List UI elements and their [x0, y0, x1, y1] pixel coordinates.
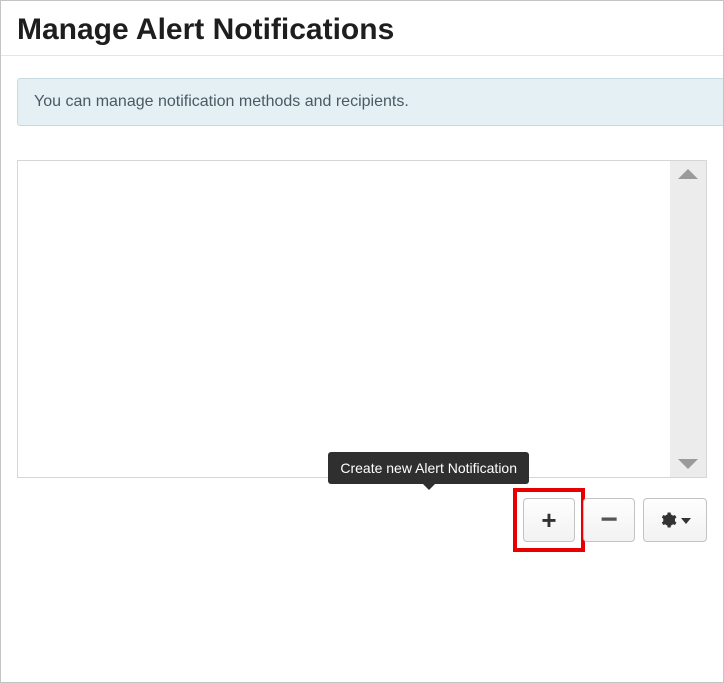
scroll-up-icon[interactable]	[678, 169, 698, 179]
remove-button[interactable]: −	[583, 498, 635, 542]
header: Manage Alert Notifications	[1, 1, 723, 56]
notification-list	[17, 160, 707, 478]
manage-alert-notifications-panel: Manage Alert Notifications You can manag…	[0, 0, 724, 683]
toolbar: Create new Alert Notification + −	[17, 498, 707, 542]
minus-icon: −	[600, 505, 618, 535]
page-title: Manage Alert Notifications	[17, 13, 707, 47]
scroll-down-icon[interactable]	[678, 459, 698, 469]
notification-list-content[interactable]	[18, 161, 670, 477]
add-button[interactable]: +	[523, 498, 575, 542]
gear-icon	[659, 511, 677, 529]
add-button-tooltip: Create new Alert Notification	[328, 452, 529, 484]
panel-body: You can manage notification methods and …	[1, 56, 723, 558]
info-banner: You can manage notification methods and …	[17, 78, 723, 126]
info-banner-text: You can manage notification methods and …	[34, 93, 409, 110]
scrollbar[interactable]	[670, 161, 706, 477]
caret-down-icon	[681, 518, 691, 524]
add-button-wrap: +	[523, 498, 575, 542]
settings-button[interactable]	[643, 498, 707, 542]
tooltip-text: Create new Alert Notification	[340, 460, 517, 476]
plus-icon: +	[541, 507, 556, 533]
